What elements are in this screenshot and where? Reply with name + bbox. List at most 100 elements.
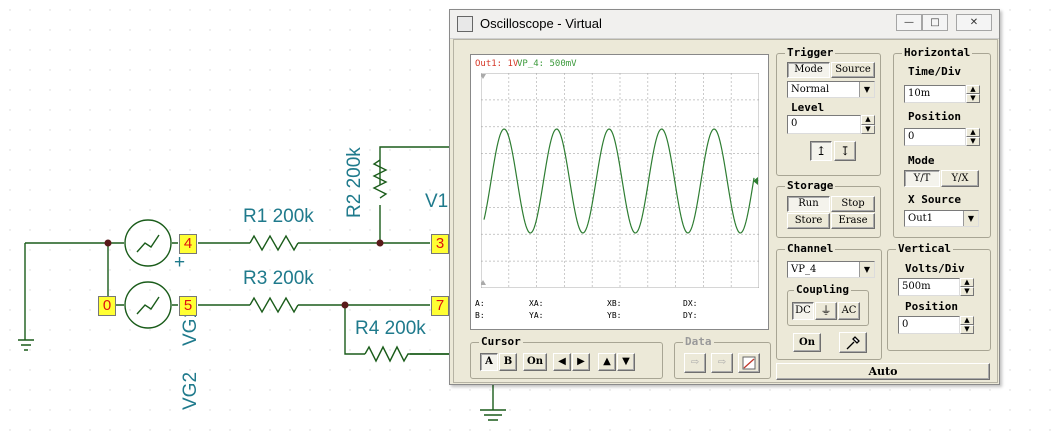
volts-div-label: Volts/Div [905, 262, 965, 275]
r4-label: R4 200k [355, 318, 426, 339]
spin-down-icon: ▼ [966, 94, 980, 103]
channel-on-button[interactable]: On [793, 333, 821, 352]
data-group: Data ⇨ ⇨ [674, 335, 771, 379]
spin-up-icon: ▲ [966, 85, 980, 94]
node-label: 0 [98, 296, 116, 316]
node-label: 5 [179, 296, 197, 316]
coupling-dc-button[interactable]: DC [792, 302, 814, 320]
h-position-spinner[interactable]: ▲ ▼ [966, 128, 980, 146]
close-icon: ✕ [969, 17, 979, 28]
cursor-left-button[interactable]: ◀ [553, 353, 571, 371]
spin-down-icon: ▼ [966, 137, 980, 146]
chart-icon [742, 356, 756, 370]
coupling-ac-button[interactable]: AC [838, 302, 860, 320]
maximize-button[interactable]: □ [922, 14, 948, 31]
storage-group: Storage Run Stop Store Erase [776, 179, 881, 238]
rising-edge-button[interactable]: ↥ [810, 141, 832, 161]
import-icon: ⇨ [690, 357, 700, 368]
spin-up-icon: ▲ [861, 115, 875, 125]
coupling-group: Coupling DC ⏚ AC [787, 283, 869, 326]
probe-button[interactable] [839, 332, 867, 353]
trigger-mode-button[interactable]: Mode [787, 62, 830, 78]
close-button[interactable]: ✕ [956, 14, 992, 31]
vg2-label: VG2 [180, 372, 201, 410]
falling-edge-icon: ↧ [839, 144, 851, 158]
chevron-down-icon: ▼ [963, 211, 978, 226]
ground-icon: ⏚ [820, 304, 832, 317]
trigger-level-spinner[interactable]: ▲ ▼ [861, 115, 875, 134]
cursor-down-button[interactable]: ▼ [617, 353, 635, 371]
trigger-level-input[interactable]: 0 [787, 115, 861, 134]
readout-dx: DX: [683, 299, 698, 308]
mode-yt-button[interactable]: Y/T [904, 170, 940, 187]
chevron-down-icon: ▼ [859, 262, 874, 277]
chevron-down-icon: ▼ [859, 82, 874, 97]
data-import-button[interactable]: ⇨ [684, 353, 706, 373]
cursor-b-button[interactable]: B [499, 353, 517, 371]
arrow-up-bar-icon: ▲ [603, 356, 611, 367]
trigger-mode-select[interactable]: Normal ▼ [787, 81, 875, 98]
cursor-right-button[interactable]: ▶ [572, 353, 590, 371]
spin-up-icon: ▲ [960, 278, 974, 287]
coupling-gnd-button[interactable]: ⏚ [815, 302, 837, 320]
trigger-mode-value: Normal [791, 84, 830, 95]
coupling-title: Coupling [794, 283, 851, 296]
volts-div-spinner[interactable]: ▲ ▼ [960, 278, 974, 296]
export-icon: ⇨ [717, 357, 727, 368]
r2-label: R2 200k [344, 147, 365, 218]
volts-div-input[interactable]: 500m [898, 278, 960, 296]
spin-down-icon: ▼ [960, 287, 974, 296]
waveform-trace [483, 128, 755, 234]
arrow-down-bar-icon: ▼ [622, 356, 630, 367]
time-div-input[interactable]: 10m [904, 85, 966, 103]
channel-title: Channel [785, 242, 836, 255]
data-export-button[interactable]: ⇨ [711, 353, 733, 373]
horizontal-title: Horizontal [902, 46, 973, 59]
falling-edge-button[interactable]: ↧ [834, 141, 856, 161]
node-label: 3 [431, 234, 449, 254]
minimize-button[interactable]: — [896, 14, 922, 31]
channel-select[interactable]: VP_4 ▼ [787, 261, 875, 278]
spin-up-icon: ▲ [966, 128, 980, 137]
h-position-label: Position [908, 110, 961, 123]
minimize-icon: — [904, 17, 914, 28]
arrow-left-icon: ◀ [558, 356, 566, 367]
trigger-source-button[interactable]: Source [831, 62, 875, 78]
spin-up-icon: ▲ [960, 316, 974, 325]
h-mode-label: Mode [908, 154, 935, 167]
x-source-select[interactable]: Out1 ▼ [904, 210, 979, 227]
v-position-input[interactable]: 0 [898, 316, 960, 334]
cursor-up-button[interactable]: ▲ [598, 353, 616, 371]
cursor-on-button[interactable]: On [523, 353, 547, 371]
mode-yx-button[interactable]: Y/X [941, 170, 979, 187]
erase-button[interactable]: Erase [831, 213, 875, 229]
scope-screen[interactable]: Out1: 1V VP_4: 500mV A: B: XA: YA: XB: Y… [470, 54, 769, 330]
stop-button[interactable]: Stop [831, 196, 875, 212]
readout-dy: DY: [683, 311, 698, 320]
auto-button[interactable]: Auto [776, 363, 990, 380]
readout-ya: YA: [529, 311, 544, 320]
cursor-a-button[interactable]: A [480, 353, 498, 371]
trigger-group: Trigger Mode Source Normal ▼ Level 0 ▲ ▼ … [776, 46, 881, 176]
v-position-spinner[interactable]: ▲ ▼ [960, 316, 974, 334]
channel-a-label: Out1: 1V [475, 59, 519, 69]
trigger-level-label: Level [791, 101, 825, 114]
vertical-group: Vertical Volts/Div 500m ▲ ▼ Position 0 ▲ ▼ [887, 242, 991, 351]
channel-value: VP_4 [791, 264, 817, 275]
x-source-label: X Source [908, 193, 961, 206]
v1-label: V1 [425, 191, 448, 212]
readout-yb: YB: [607, 311, 622, 320]
h-position-input[interactable]: 0 [904, 128, 966, 146]
store-button[interactable]: Store [787, 213, 830, 229]
channel-b-label: VP_4: 500mV [517, 59, 577, 69]
trigger-title: Trigger [785, 46, 836, 59]
readout-a: A: [475, 299, 485, 308]
x-source-value: Out1 [908, 213, 934, 224]
time-div-spinner[interactable]: ▲ ▼ [966, 85, 980, 103]
data-chart-button[interactable] [738, 353, 760, 373]
readout-xa: XA: [529, 299, 544, 308]
title-bar[interactable]: Oscilloscope - Virtual — □ ✕ [450, 10, 999, 39]
rising-edge-icon: ↥ [815, 144, 827, 158]
run-button[interactable]: Run [787, 196, 830, 212]
window-body: Out1: 1V VP_4: 500mV A: B: XA: YA: XB: Y… [453, 39, 998, 383]
